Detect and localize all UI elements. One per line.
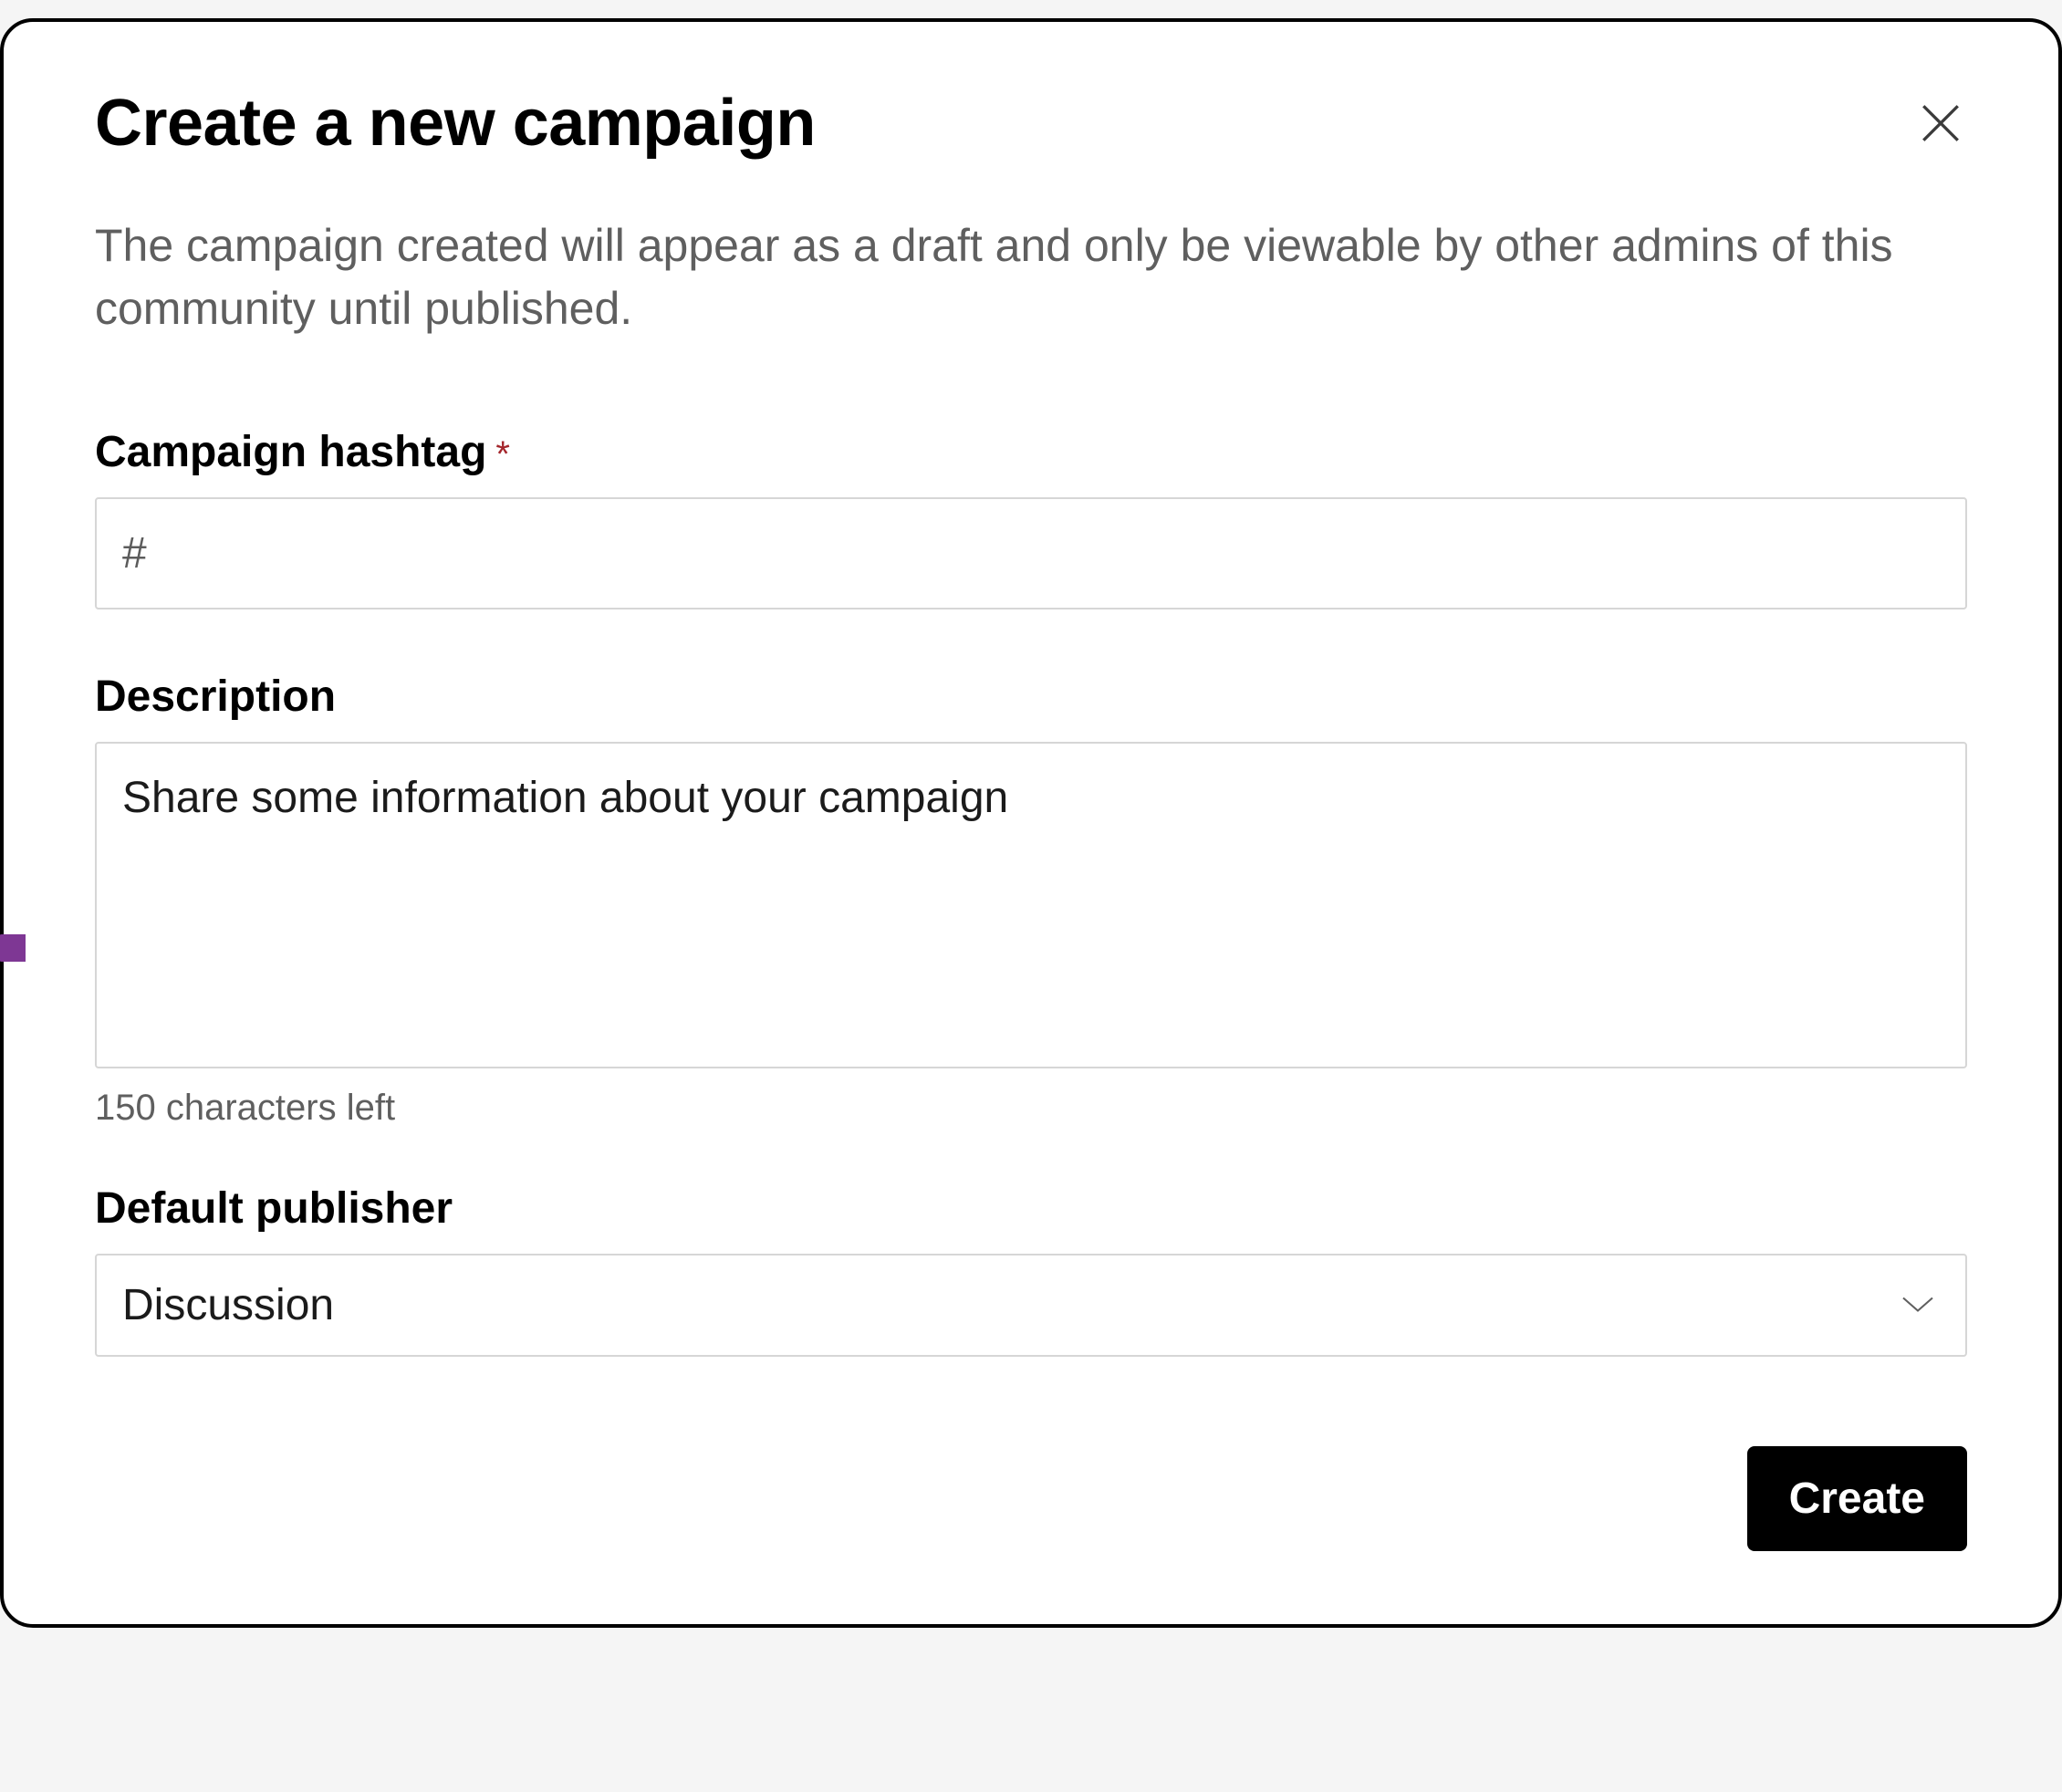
required-indicator: * — [495, 434, 510, 475]
publisher-label-row: Default publisher — [95, 1183, 1967, 1234]
character-counter: 150 characters left — [95, 1088, 1967, 1129]
hashtag-input[interactable] — [95, 497, 1967, 609]
modal-header: Create a new campaign — [95, 86, 1967, 161]
description-label: Description — [95, 672, 336, 722]
hashtag-field-group: Campaign hashtag * — [95, 427, 1967, 609]
description-field-group: Description 150 characters left — [95, 672, 1967, 1129]
hashtag-label-row: Campaign hashtag * — [95, 427, 1967, 477]
hashtag-label: Campaign hashtag — [95, 427, 486, 477]
publisher-field-group: Default publisher Discussion — [95, 1183, 1967, 1357]
description-label-row: Description — [95, 672, 1967, 722]
side-accent-tab — [0, 934, 26, 962]
publisher-select[interactable]: Discussion — [95, 1254, 1967, 1357]
modal-footer: Create — [95, 1446, 1967, 1551]
modal-title: Create a new campaign — [95, 86, 816, 161]
description-textarea[interactable] — [95, 742, 1967, 1068]
modal-description: The campaign created will appear as a dr… — [95, 214, 1967, 340]
close-button[interactable] — [1905, 88, 1976, 161]
create-button[interactable]: Create — [1747, 1446, 1967, 1551]
publisher-select-wrapper: Discussion — [95, 1254, 1967, 1357]
publisher-label: Default publisher — [95, 1183, 453, 1234]
close-icon — [1918, 100, 1963, 149]
create-campaign-modal: Create a new campaign The campaign creat… — [0, 18, 2062, 1628]
